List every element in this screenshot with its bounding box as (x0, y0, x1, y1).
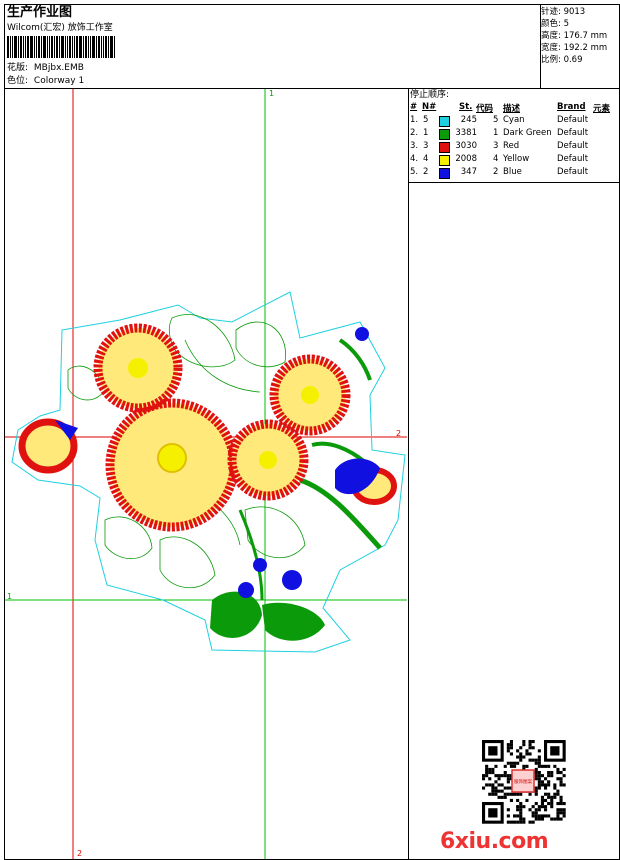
flower-center (301, 386, 319, 404)
seal-text: 服饰图案 (514, 778, 532, 785)
leaf-outline (159, 536, 216, 589)
blue-bud (238, 582, 254, 598)
blue-bud (253, 558, 267, 572)
leaf-outline (235, 321, 286, 368)
guide-label-top: 1 (269, 89, 274, 98)
watermark-logo: 6xiu.com (440, 829, 549, 854)
blue-bud (355, 327, 369, 341)
guide-label-bottom: 2 (77, 849, 82, 858)
green-leaf-fill (262, 602, 325, 641)
leaf-outline (168, 314, 236, 368)
flower-center (128, 358, 148, 378)
design-canvas: 1 2 1 2 服饰图案 (5, 89, 566, 859)
flower-center (259, 451, 277, 469)
green-stem (338, 338, 372, 381)
blue-bud (282, 570, 302, 590)
green-leaf-fill (210, 591, 262, 638)
flower-center (157, 443, 187, 473)
guide-label-left: 1 (7, 592, 12, 601)
guide-label-right: 2 (396, 429, 401, 438)
